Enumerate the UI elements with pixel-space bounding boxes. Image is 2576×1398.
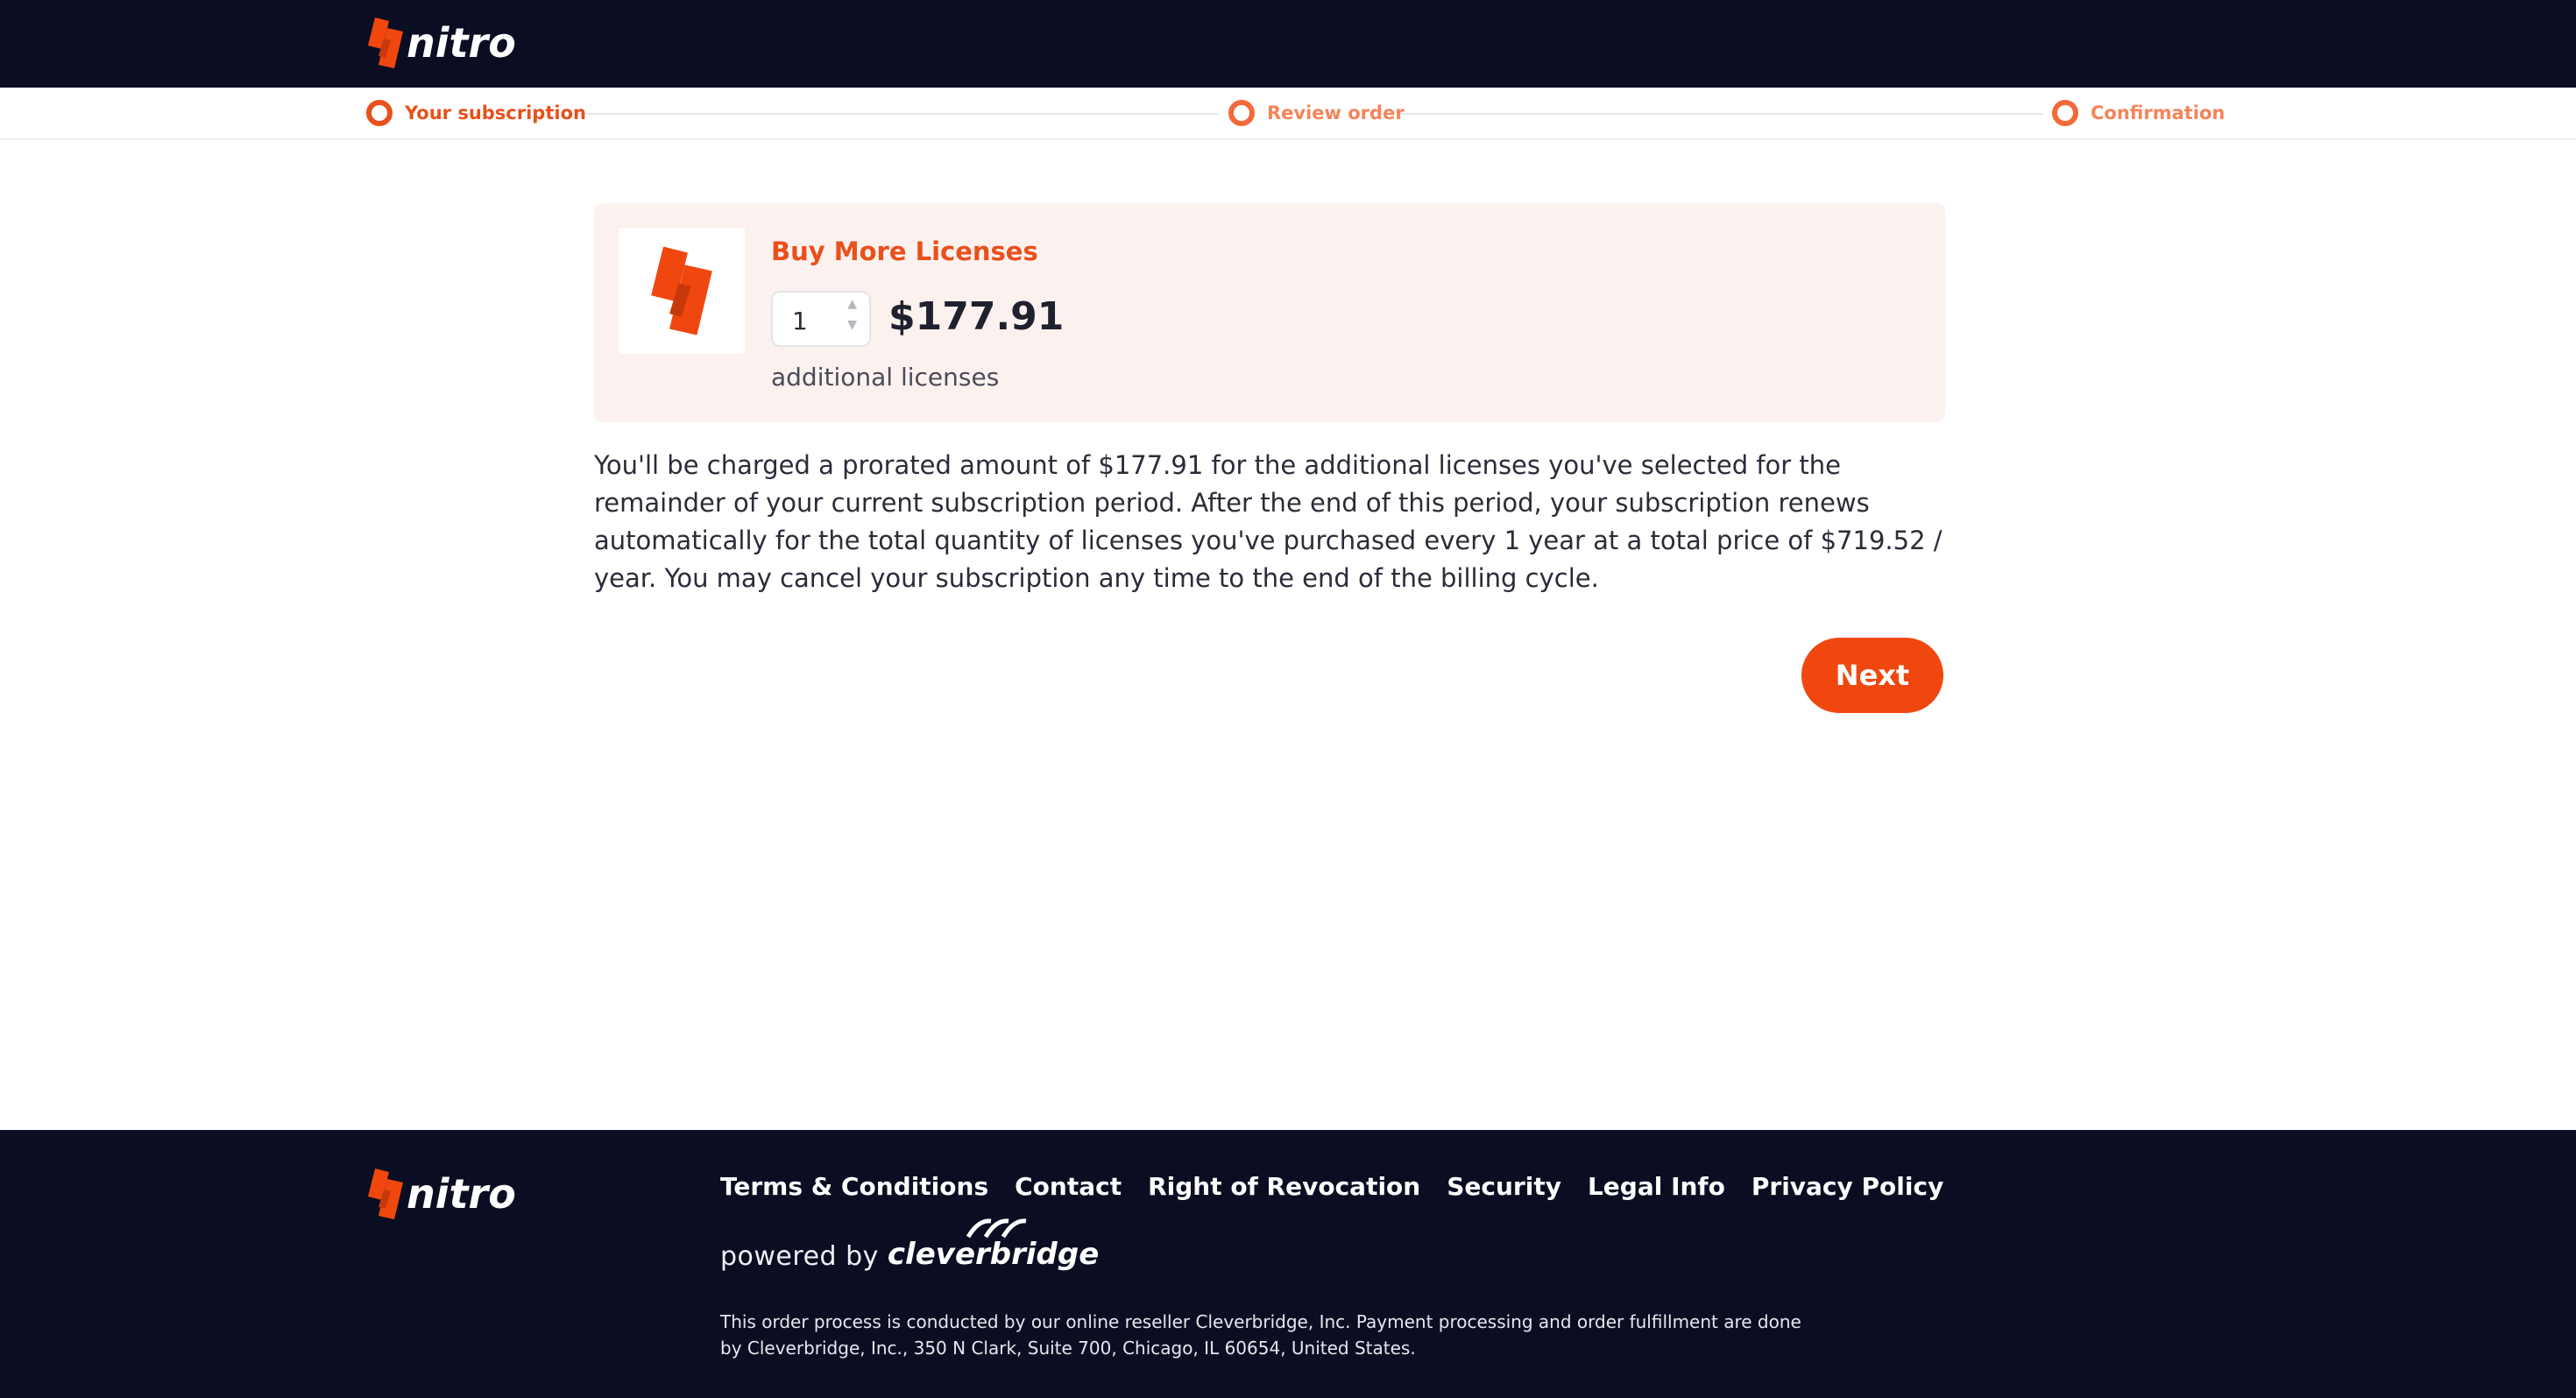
footer-link-legal-info[interactable]: Legal Info [1588,1172,1725,1201]
nitro-mark-icon [368,1169,403,1219]
step-indicator-icon [366,100,393,126]
quantity-arrows: ▲ ▼ [847,298,857,331]
footer-link-revocation[interactable]: Right of Revocation [1148,1172,1420,1201]
product-card: Buy More Licenses 1 ▲ ▼ $177.91 addition… [594,203,1945,422]
step-indicator-icon [1228,100,1255,126]
step-connector [1398,113,2043,115]
billing-notice: You'll be charged a prorated amount of $… [594,450,1943,593]
footer-link-privacy[interactable]: Privacy Policy [1752,1172,1943,1201]
cleverbridge-wordmark: cleverbridge [887,1237,1100,1272]
cleverbridge-swoosh-icon [966,1218,1027,1239]
footer-link-contact[interactable]: Contact [1015,1172,1122,1201]
quantity-stepper[interactable]: 1 ▲ ▼ [771,291,871,347]
footer-link-security[interactable]: Security [1447,1172,1561,1201]
step-confirmation: Confirmation [2052,100,2225,126]
top-header: nitro [0,0,2576,88]
product-image [619,228,745,354]
chevron-up-icon[interactable]: ▲ [847,298,857,310]
step-indicator-icon [2052,100,2078,126]
next-button[interactable]: Next [1801,638,1943,713]
product-title: Buy More Licenses [771,237,1038,266]
legal-disclaimer: This order process is conducted by our o… [720,1311,1801,1359]
step-label: Confirmation [2091,102,2226,124]
logo-wordmark: nitro [407,1170,516,1218]
footer-links: Terms & Conditions Contact Right of Revo… [720,1172,1943,1201]
powered-by-text: powered by [720,1241,879,1272]
step-review-order: Review order [1228,100,1405,126]
nitro-product-icon [651,246,712,335]
quantity-value[interactable]: 1 [792,307,808,335]
logo-wordmark: nitro [407,19,516,67]
footer-link-terms[interactable]: Terms & Conditions [720,1172,988,1201]
nitro-logo[interactable]: nitro [366,16,516,70]
checkout-page: nitro Your subscription Review order Con… [0,0,2576,1398]
cleverbridge-logo: cleverbridge [887,1218,1100,1272]
chevron-down-icon[interactable]: ▼ [847,319,857,331]
product-price: $177.91 [888,294,1065,339]
step-connector [571,113,1218,115]
page-footer: nitro Terms & Conditions Contact Right o… [0,1130,2576,1398]
footer-nitro-logo[interactable]: nitro [366,1167,516,1221]
step-your-subscription: Your subscription [366,100,586,126]
powered-by-cleverbridge[interactable]: powered by cleverbridge [720,1218,1100,1272]
step-label: Your subscription [405,102,586,124]
quantity-caption: additional licenses [771,363,1000,392]
step-label: Review order [1267,102,1405,124]
checkout-stepper: Your subscription Review order Confirmat… [0,88,2576,140]
nitro-mark-icon [368,18,403,68]
